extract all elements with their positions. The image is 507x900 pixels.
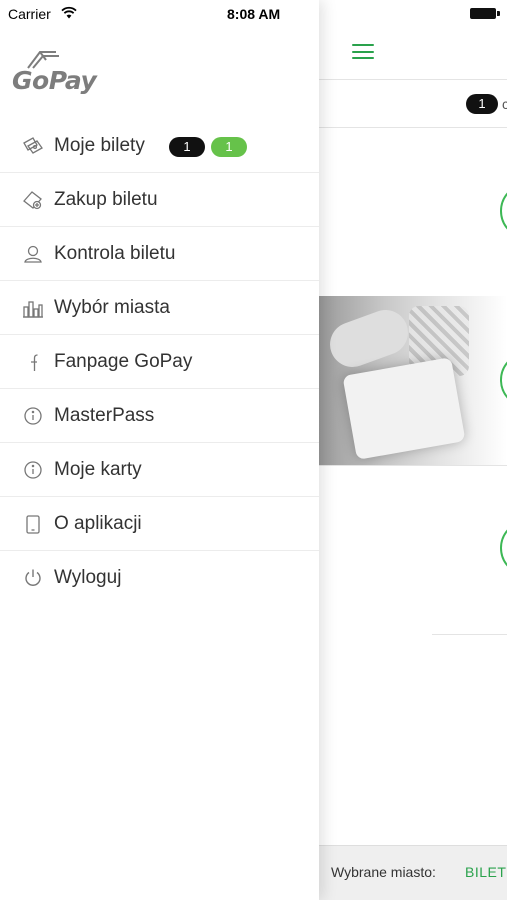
gopay-logo: GoPay	[12, 50, 112, 100]
selected-city-value[interactable]: BILET	[465, 864, 506, 880]
menu-item-moje-karty[interactable]: Moje karty	[0, 443, 319, 497]
battery-icon	[470, 8, 500, 19]
menu-item-wybor-miasta[interactable]: Wybór miasta	[0, 281, 319, 335]
main-screen: 1 c Wybrane miasto: BILET	[319, 0, 507, 900]
main-status-bar	[319, 0, 507, 28]
phone-icon	[22, 513, 44, 535]
menu-label: Moje karty	[54, 459, 142, 480]
side-drawer: Carrier 8:08 AM GoPay Moje bilety 1 1 Za…	[0, 0, 319, 900]
status-bar: Carrier 8:08 AM	[0, 0, 319, 28]
power-icon	[22, 567, 44, 589]
info-icon	[22, 459, 44, 481]
info-icon	[22, 405, 44, 427]
carrier-label: Carrier	[8, 6, 51, 22]
status-time: 8:08 AM	[227, 6, 281, 22]
menu-label: O aplikacji	[54, 513, 142, 534]
tickets-icon	[22, 135, 44, 157]
action-circle-button[interactable]	[500, 183, 507, 239]
inspector-icon	[22, 243, 44, 265]
menu-item-moje-bilety[interactable]: Moje bilety 1 1	[0, 119, 319, 173]
ticket-add-icon	[22, 189, 44, 211]
menu-item-fanpage-gopay[interactable]: Fanpage GoPay	[0, 335, 319, 389]
menu-label: Moje bilety	[54, 135, 145, 156]
menu-item-kontrola-biletu[interactable]: Kontrola biletu	[0, 227, 319, 281]
menu-label: MasterPass	[54, 405, 155, 426]
wifi-icon	[61, 6, 77, 19]
valid-tickets-badge: 1	[211, 137, 247, 157]
menu-label: Wyloguj	[54, 567, 122, 588]
subbar-label-fragment: c	[502, 96, 507, 112]
hamburger-icon[interactable]	[352, 43, 374, 61]
logo-text: GoPay	[12, 66, 97, 95]
main-subbar: 1 c	[319, 80, 507, 128]
hero-photo	[319, 296, 507, 466]
menu-label: Zakup biletu	[54, 189, 158, 210]
menu-item-wyloguj[interactable]: Wyloguj	[0, 551, 319, 605]
drawer-menu: Moje bilety 1 1 Zakup biletu Kontrola bi…	[0, 119, 319, 605]
facebook-icon	[22, 351, 44, 373]
menu-label: Kontrola biletu	[54, 243, 176, 264]
divider	[319, 465, 507, 466]
menu-label: Fanpage GoPay	[54, 351, 193, 372]
city-icon	[22, 297, 44, 319]
selected-city-label: Wybrane miasto:	[331, 864, 436, 880]
divider	[432, 634, 507, 635]
selected-city-bar: Wybrane miasto: BILET	[319, 845, 507, 900]
active-tickets-badge: 1	[169, 137, 205, 157]
menu-label: Wybór miasta	[54, 297, 170, 318]
menu-item-zakup-biletu[interactable]: Zakup biletu	[0, 173, 319, 227]
menu-item-o-aplikacji[interactable]: O aplikacji	[0, 497, 319, 551]
main-navbar	[319, 28, 507, 80]
menu-item-masterpass[interactable]: MasterPass	[0, 389, 319, 443]
action-circle-button[interactable]	[500, 520, 507, 576]
ticket-count-badge: 1	[466, 94, 498, 114]
